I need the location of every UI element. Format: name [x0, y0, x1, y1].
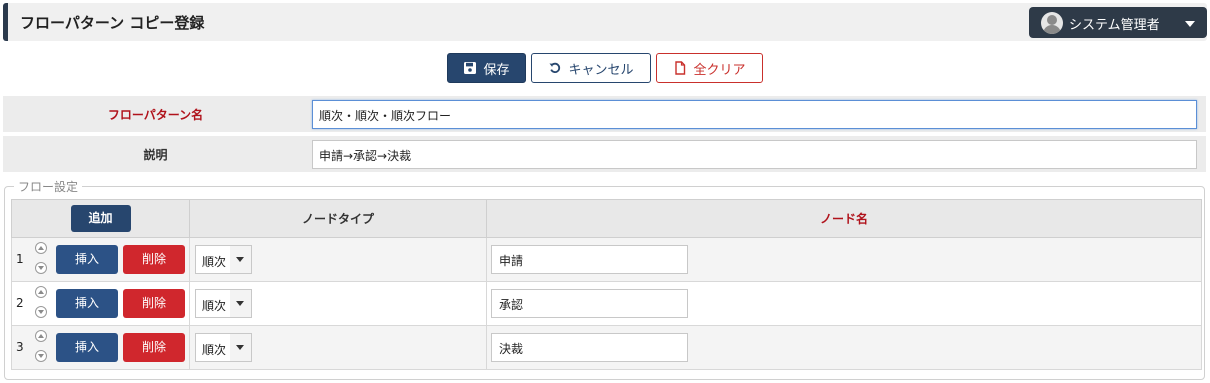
user-menu-button[interactable]: システム管理者 — [1029, 7, 1207, 38]
node-type-header: ノードタイプ — [189, 199, 487, 238]
flow-settings-legend: フロー設定 — [14, 178, 83, 195]
ops-header: 追加 — [11, 199, 190, 238]
pattern-name-input[interactable]: 順次・順次・順次フロー — [312, 100, 1197, 129]
file-icon — [675, 61, 686, 75]
table-row: 2 挿入 削除 順次 承認 — [11, 281, 1202, 326]
clear-label: 全クリア — [693, 62, 746, 78]
cancel-label: キャンセル — [568, 62, 634, 78]
move-down-icon[interactable] — [35, 262, 47, 274]
node-type-select[interactable]: 順次 — [195, 289, 252, 318]
node-name-input[interactable]: 決裁 — [491, 333, 688, 362]
description-input[interactable]: 申請→承認→決裁 — [312, 140, 1197, 169]
move-up-icon[interactable] — [35, 242, 47, 254]
delete-button[interactable]: 削除 — [123, 333, 185, 362]
add-button[interactable]: 追加 — [70, 205, 131, 232]
caret-down-icon — [1185, 21, 1195, 27]
move-down-icon[interactable] — [35, 306, 47, 318]
clear-all-button[interactable]: 全クリア — [656, 53, 763, 83]
cancel-button[interactable]: キャンセル — [531, 53, 651, 83]
move-down-icon[interactable] — [35, 350, 47, 362]
undo-icon — [549, 62, 561, 73]
description-row: 説明 申請→承認→決裁 — [3, 136, 1206, 172]
move-up-icon[interactable] — [35, 330, 47, 342]
page-header: フローパターン コピー登録 システム管理者 — [3, 3, 1207, 41]
chevron-down-icon — [230, 334, 251, 361]
insert-button[interactable]: 挿入 — [56, 333, 118, 362]
user-name: システム管理者 — [1069, 18, 1160, 33]
pattern-name-label: フローパターン名 — [107, 107, 204, 122]
save-label: 保存 — [483, 62, 510, 78]
table-row: 3 挿入 削除 順次 決裁 — [11, 325, 1202, 370]
insert-button[interactable]: 挿入 — [56, 245, 118, 274]
page-title: フローパターン コピー登録 — [20, 14, 205, 32]
move-up-icon[interactable] — [35, 286, 47, 298]
user-avatar-icon — [1041, 12, 1063, 34]
table-row: 1 挿入 削除 順次 申請 — [11, 237, 1202, 282]
insert-button[interactable]: 挿入 — [56, 289, 118, 318]
floppy-disk-icon — [464, 62, 477, 74]
delete-button[interactable]: 削除 — [123, 289, 185, 318]
pattern-name-row: フローパターン名 順次・順次・順次フロー — [3, 96, 1206, 132]
row-number: 2 — [16, 296, 24, 310]
node-type-select[interactable]: 順次 — [195, 333, 252, 362]
row-number: 1 — [16, 252, 24, 266]
row-number: 3 — [16, 340, 24, 354]
node-name-header: ノード名 — [486, 199, 1202, 238]
chevron-down-icon — [230, 246, 251, 273]
save-button[interactable]: 保存 — [447, 53, 526, 83]
node-type-select[interactable]: 順次 — [195, 245, 252, 274]
flow-table: 追加 ノードタイプ ノード名 1 挿入 削除 順次 申請 2 挿入 削除 順次 … — [11, 199, 1202, 370]
chevron-down-icon — [230, 290, 251, 317]
description-label: 説明 — [143, 147, 168, 162]
node-name-input[interactable]: 申請 — [491, 245, 688, 274]
node-name-input[interactable]: 承認 — [491, 289, 688, 318]
delete-button[interactable]: 削除 — [123, 245, 185, 274]
